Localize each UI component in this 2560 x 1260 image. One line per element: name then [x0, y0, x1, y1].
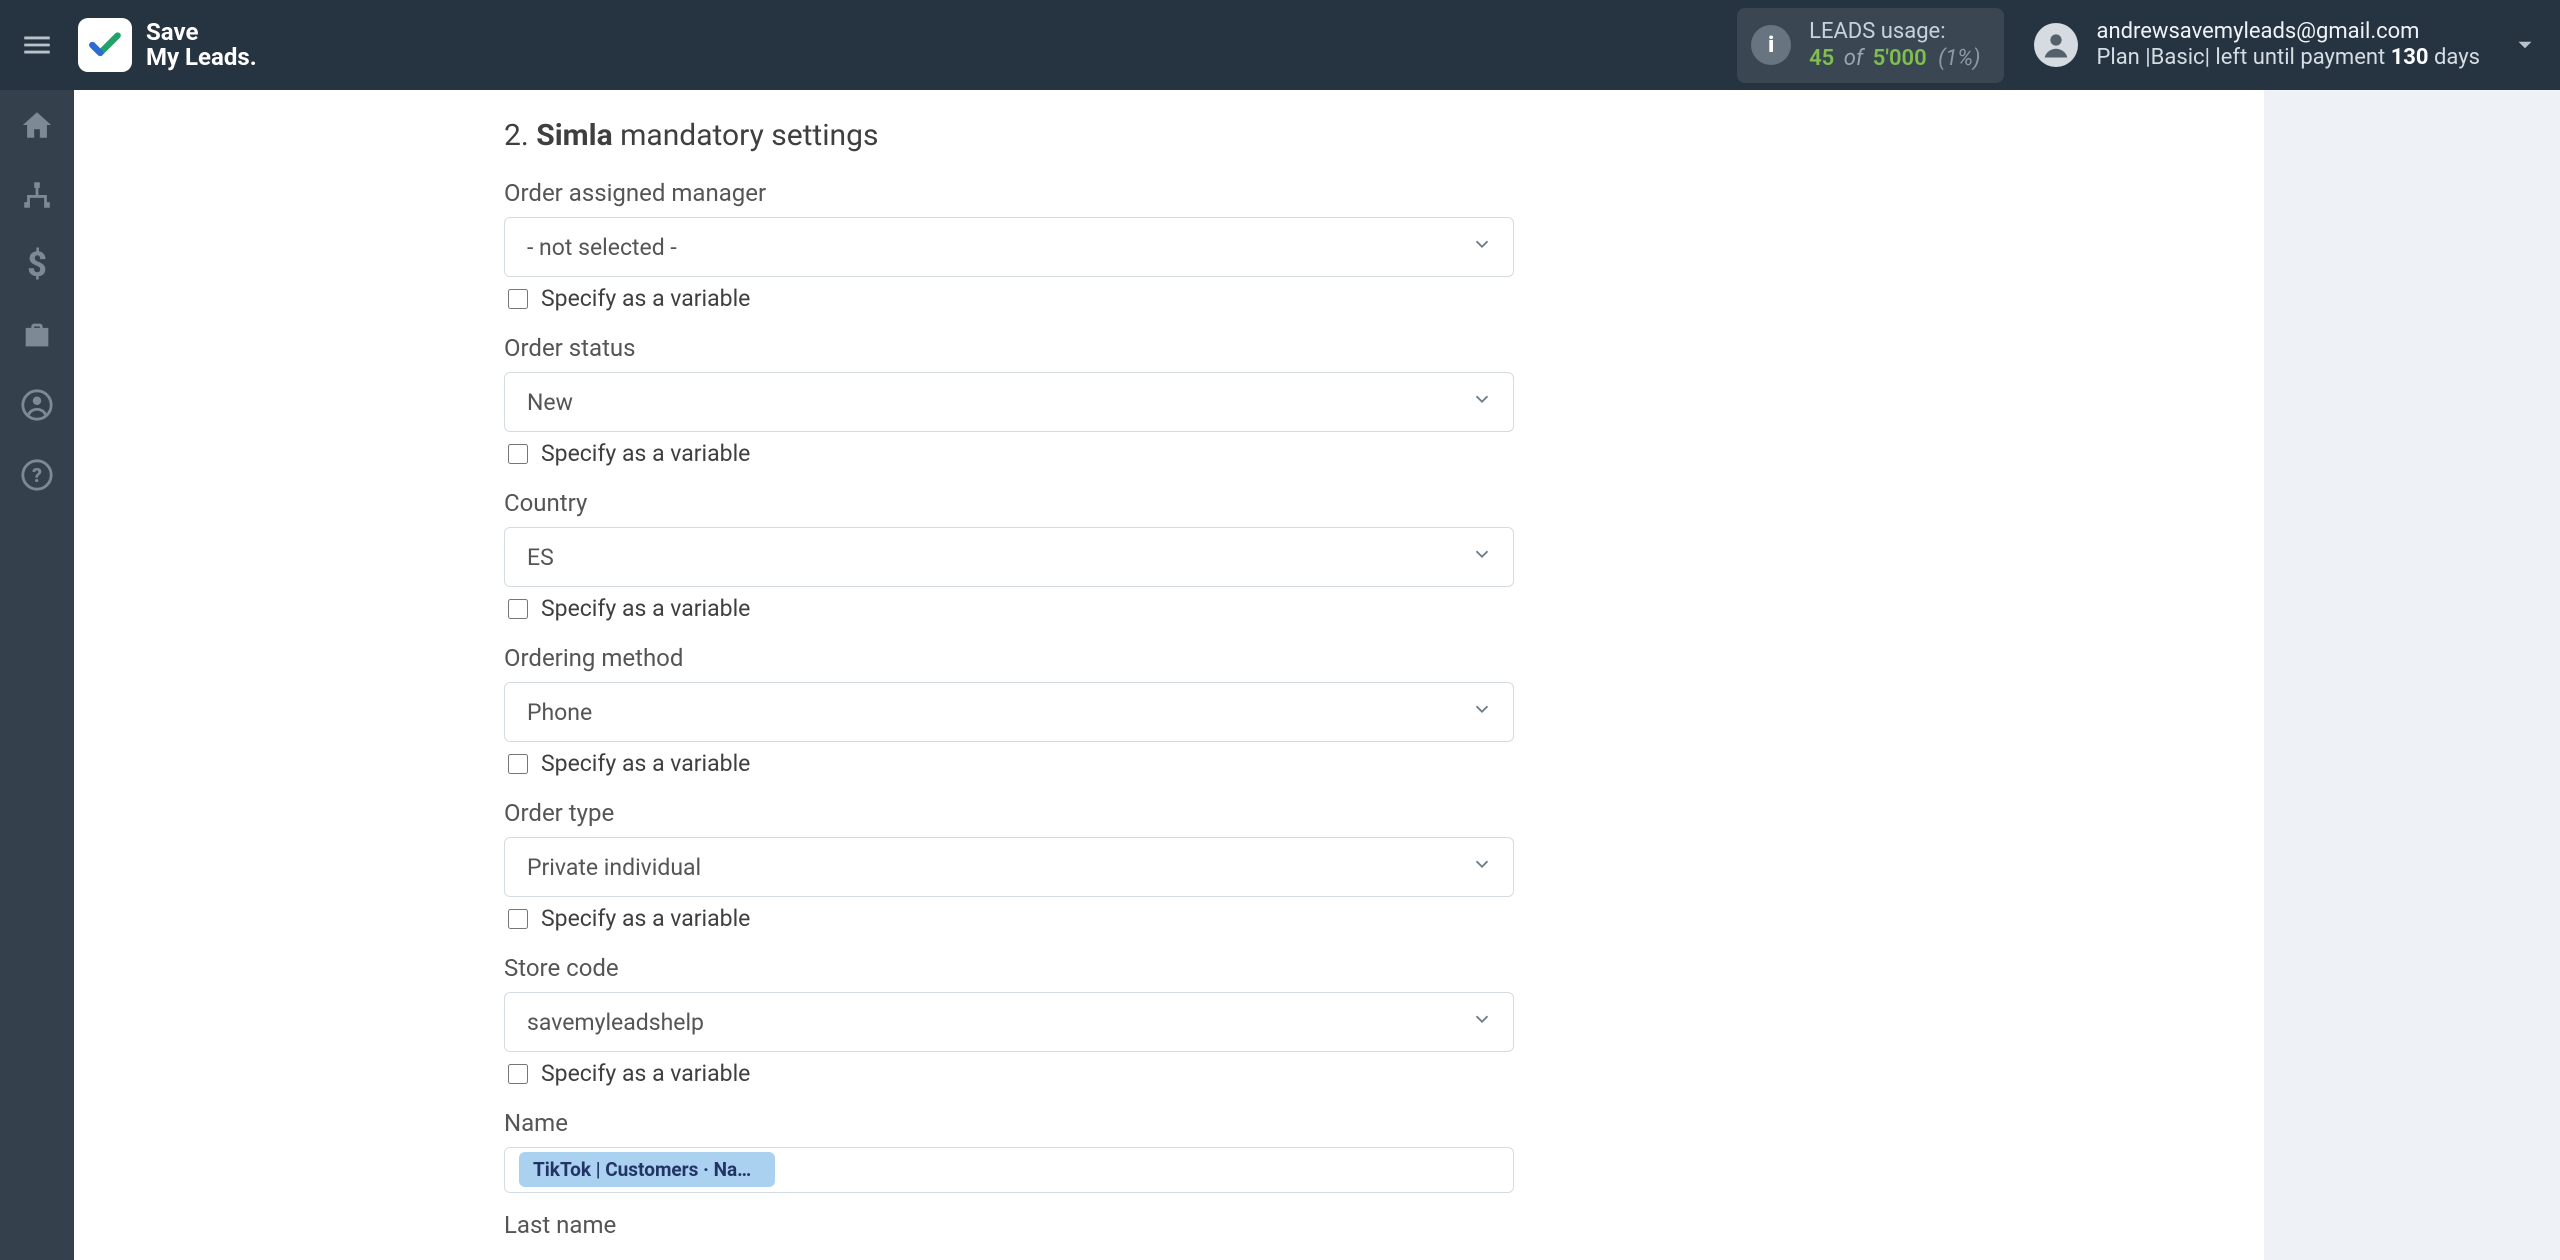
- variable-toggle-status[interactable]: Specify as a variable: [504, 440, 1514, 467]
- sidebar: $ ?: [0, 90, 74, 1260]
- leads-title: LEADS usage:: [1809, 18, 1980, 46]
- section-title: 2. Simla mandatory settings: [504, 118, 1514, 153]
- person-icon: [2041, 30, 2071, 60]
- sidebar-item-account[interactable]: [0, 370, 74, 440]
- avatar-icon: [2034, 23, 2078, 67]
- input-name[interactable]: TikTok | Customers · Na…: [504, 1147, 1514, 1193]
- user-menu[interactable]: andrewsavemyleads@gmail.com Plan |Basic|…: [2034, 19, 2480, 72]
- chevron-down-icon: [1471, 388, 1493, 416]
- svg-text:?: ?: [32, 464, 42, 487]
- user-email: andrewsavemyleads@gmail.com: [2096, 19, 2480, 45]
- checkmark-icon: [86, 26, 124, 64]
- hamburger-icon: [20, 28, 54, 62]
- sidebar-item-help[interactable]: ?: [0, 440, 74, 510]
- variable-checkbox-method[interactable]: [508, 754, 528, 774]
- field-order-status: Order status New Specify as a variable: [504, 334, 1514, 467]
- label-order-status: Order status: [504, 334, 1514, 362]
- variable-toggle-country[interactable]: Specify as a variable: [504, 595, 1514, 622]
- user-info: andrewsavemyleads@gmail.com Plan |Basic|…: [2096, 19, 2480, 72]
- main-area: 2. Simla mandatory settings Order assign…: [74, 90, 2560, 1260]
- settings-panel: 2. Simla mandatory settings Order assign…: [74, 90, 2264, 1260]
- field-name: Name TikTok | Customers · Na…: [504, 1109, 1514, 1193]
- label-name: Name: [504, 1109, 1514, 1137]
- label-last-name: Last name: [504, 1211, 1514, 1239]
- variable-checkbox-status[interactable]: [508, 444, 528, 464]
- briefcase-icon: [20, 318, 54, 352]
- variable-toggle-manager[interactable]: Specify as a variable: [504, 285, 1514, 312]
- select-order-status[interactable]: New: [504, 372, 1514, 432]
- label-country: Country: [504, 489, 1514, 517]
- field-store-code: Store code savemyleadshelp Specify as a …: [504, 954, 1514, 1087]
- leads-usage-text: LEADS usage: 45 of 5'000 (1%): [1809, 18, 1980, 73]
- sidebar-item-home[interactable]: [0, 90, 74, 160]
- leads-values: 45 of 5'000 (1%): [1809, 45, 1980, 73]
- menu-toggle-button[interactable]: [0, 0, 74, 90]
- sidebar-item-integrations[interactable]: [0, 160, 74, 230]
- variable-checkbox-country[interactable]: [508, 599, 528, 619]
- select-order-type-value: Private individual: [527, 854, 701, 881]
- variable-checkbox-type[interactable]: [508, 909, 528, 929]
- chevron-down-icon: [2512, 32, 2538, 58]
- variable-toggle-type[interactable]: Specify as a variable: [504, 905, 1514, 932]
- select-order-type[interactable]: Private individual: [504, 837, 1514, 897]
- variable-toggle-method[interactable]: Specify as a variable: [504, 750, 1514, 777]
- label-order-manager: Order assigned manager: [504, 179, 1514, 207]
- label-order-type: Order type: [504, 799, 1514, 827]
- leads-used: 45: [1809, 46, 1834, 71]
- sidebar-item-billing[interactable]: $: [0, 230, 74, 300]
- leads-of: of: [1844, 46, 1864, 71]
- user-circle-icon: [20, 388, 54, 422]
- sitemap-icon: [20, 178, 54, 212]
- variable-checkbox-manager[interactable]: [508, 289, 528, 309]
- info-icon: i: [1751, 25, 1791, 65]
- user-plan: Plan |Basic| left until payment 130 days: [2096, 45, 2480, 71]
- chevron-down-icon: [1471, 698, 1493, 726]
- variable-toggle-store[interactable]: Specify as a variable: [504, 1060, 1514, 1087]
- label-store-code: Store code: [504, 954, 1514, 982]
- field-ordering-method: Ordering method Phone Specify as a varia…: [504, 644, 1514, 777]
- variable-checkbox-store[interactable]: [508, 1064, 528, 1084]
- user-menu-toggle[interactable]: [2490, 32, 2560, 58]
- field-country: Country ES Specify as a variable: [504, 489, 1514, 622]
- chevron-down-icon: [1471, 233, 1493, 261]
- select-order-manager-value: - not selected -: [527, 234, 677, 261]
- home-icon: [20, 108, 54, 142]
- leads-pct: (1%): [1938, 46, 1980, 71]
- logo-mark: [78, 18, 132, 72]
- select-ordering-method[interactable]: Phone: [504, 682, 1514, 742]
- help-icon: ?: [20, 458, 54, 492]
- logo-text: Save My Leads.: [146, 20, 257, 70]
- select-country[interactable]: ES: [504, 527, 1514, 587]
- select-ordering-method-value: Phone: [527, 699, 592, 726]
- app-header: Save My Leads. i LEADS usage: 45 of 5'00…: [0, 0, 2560, 90]
- field-order-manager: Order assigned manager - not selected - …: [504, 179, 1514, 312]
- sidebar-item-briefcase[interactable]: [0, 300, 74, 370]
- name-token-chip[interactable]: TikTok | Customers · Na…: [519, 1152, 775, 1187]
- label-ordering-method: Ordering method: [504, 644, 1514, 672]
- chevron-down-icon: [1471, 543, 1493, 571]
- field-order-type: Order type Private individual Specify as…: [504, 799, 1514, 932]
- select-store-code-value: savemyleadshelp: [527, 1009, 704, 1036]
- brand-logo[interactable]: Save My Leads.: [78, 18, 257, 72]
- dollar-icon: $: [20, 248, 54, 282]
- select-order-manager[interactable]: - not selected -: [504, 217, 1514, 277]
- select-country-value: ES: [527, 544, 554, 571]
- chevron-down-icon: [1471, 853, 1493, 881]
- leads-total: 5'000: [1873, 46, 1927, 71]
- chevron-down-icon: [1471, 1008, 1493, 1036]
- select-order-status-value: New: [527, 389, 573, 416]
- select-store-code[interactable]: savemyleadshelp: [504, 992, 1514, 1052]
- leads-usage-widget[interactable]: i LEADS usage: 45 of 5'000 (1%): [1737, 8, 2004, 83]
